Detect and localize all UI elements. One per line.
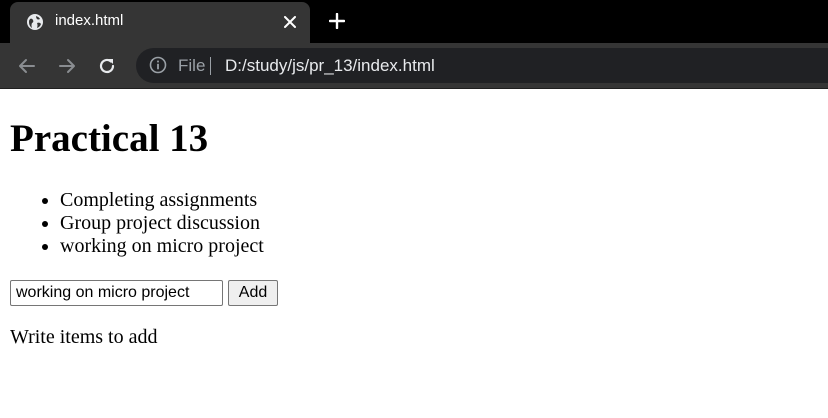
page-title: Practical 13 xyxy=(10,117,209,160)
globe-icon xyxy=(26,13,44,31)
address-bar[interactable]: File D:/study/js/pr_13/index.html xyxy=(136,48,828,83)
tab-title: index.html xyxy=(55,12,124,29)
page-content: Practical 13 Completing assignments Grou… xyxy=(0,90,828,418)
item-input[interactable] xyxy=(10,280,223,306)
list-item: Group project discussion xyxy=(60,212,264,235)
reload-icon[interactable] xyxy=(94,53,120,79)
scheme-label: File xyxy=(178,56,206,75)
hint-text: Write items to add xyxy=(10,326,158,348)
list-item: Completing assignments xyxy=(60,189,264,212)
task-list: Completing assignments Group project dis… xyxy=(10,189,264,258)
browser-toolbar: File D:/study/js/pr_13/index.html xyxy=(0,43,828,89)
arrow-right-icon[interactable] xyxy=(54,53,80,79)
browser-tab[interactable]: index.html xyxy=(10,2,310,43)
scheme-separator xyxy=(210,57,211,75)
tab-strip: index.html xyxy=(0,0,828,43)
add-button[interactable]: Add xyxy=(228,280,278,306)
url-text[interactable]: D:/study/js/pr_13/index.html xyxy=(225,56,435,76)
arrow-left-icon[interactable] xyxy=(14,53,40,79)
plus-icon[interactable] xyxy=(326,10,348,32)
list-item: working on micro project xyxy=(60,235,264,258)
close-icon[interactable] xyxy=(280,12,300,32)
info-icon[interactable] xyxy=(149,56,167,74)
